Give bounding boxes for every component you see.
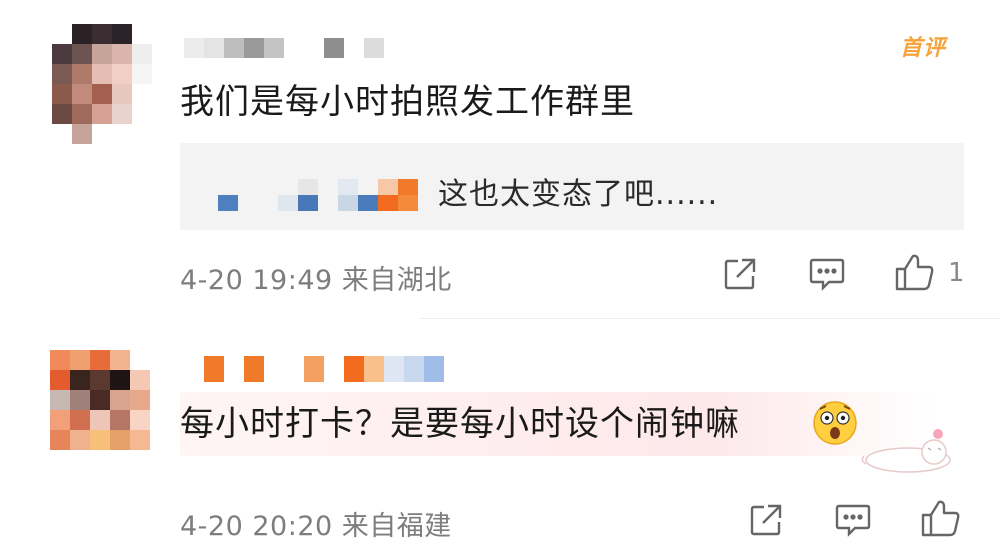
username[interactable] — [184, 356, 444, 382]
comment-meta: 4-20 19:49 来自湖北 — [180, 265, 452, 296]
share-icon[interactable] — [722, 256, 758, 292]
share-icon[interactable] — [748, 502, 784, 538]
comment-text: 我们是每小时拍照发工作群里 — [180, 82, 635, 122]
first-comment-badge: 首评 — [900, 36, 947, 61]
username[interactable] — [184, 38, 384, 58]
sticker-cat-icon — [856, 420, 956, 476]
reply-box[interactable]: 这也太变态了吧...... — [180, 143, 964, 230]
reply-text: 这也太变态了吧...... — [438, 177, 719, 212]
like-icon[interactable] — [894, 252, 936, 292]
avatar[interactable] — [50, 350, 150, 450]
avatar[interactable] — [52, 24, 152, 144]
divider — [420, 318, 1000, 319]
comment-meta: 4-20 20:20 来自福建 — [180, 511, 452, 542]
comment-text: 每小时打卡？是要每小时设个闹钟嘛 — [180, 404, 740, 444]
comment-icon[interactable] — [808, 256, 846, 292]
reply-username[interactable] — [218, 179, 418, 211]
comment-icon[interactable] — [834, 502, 872, 538]
like-icon[interactable] — [920, 498, 962, 538]
like-count: 1 — [948, 258, 965, 288]
shocked-emoji-icon — [812, 400, 858, 446]
